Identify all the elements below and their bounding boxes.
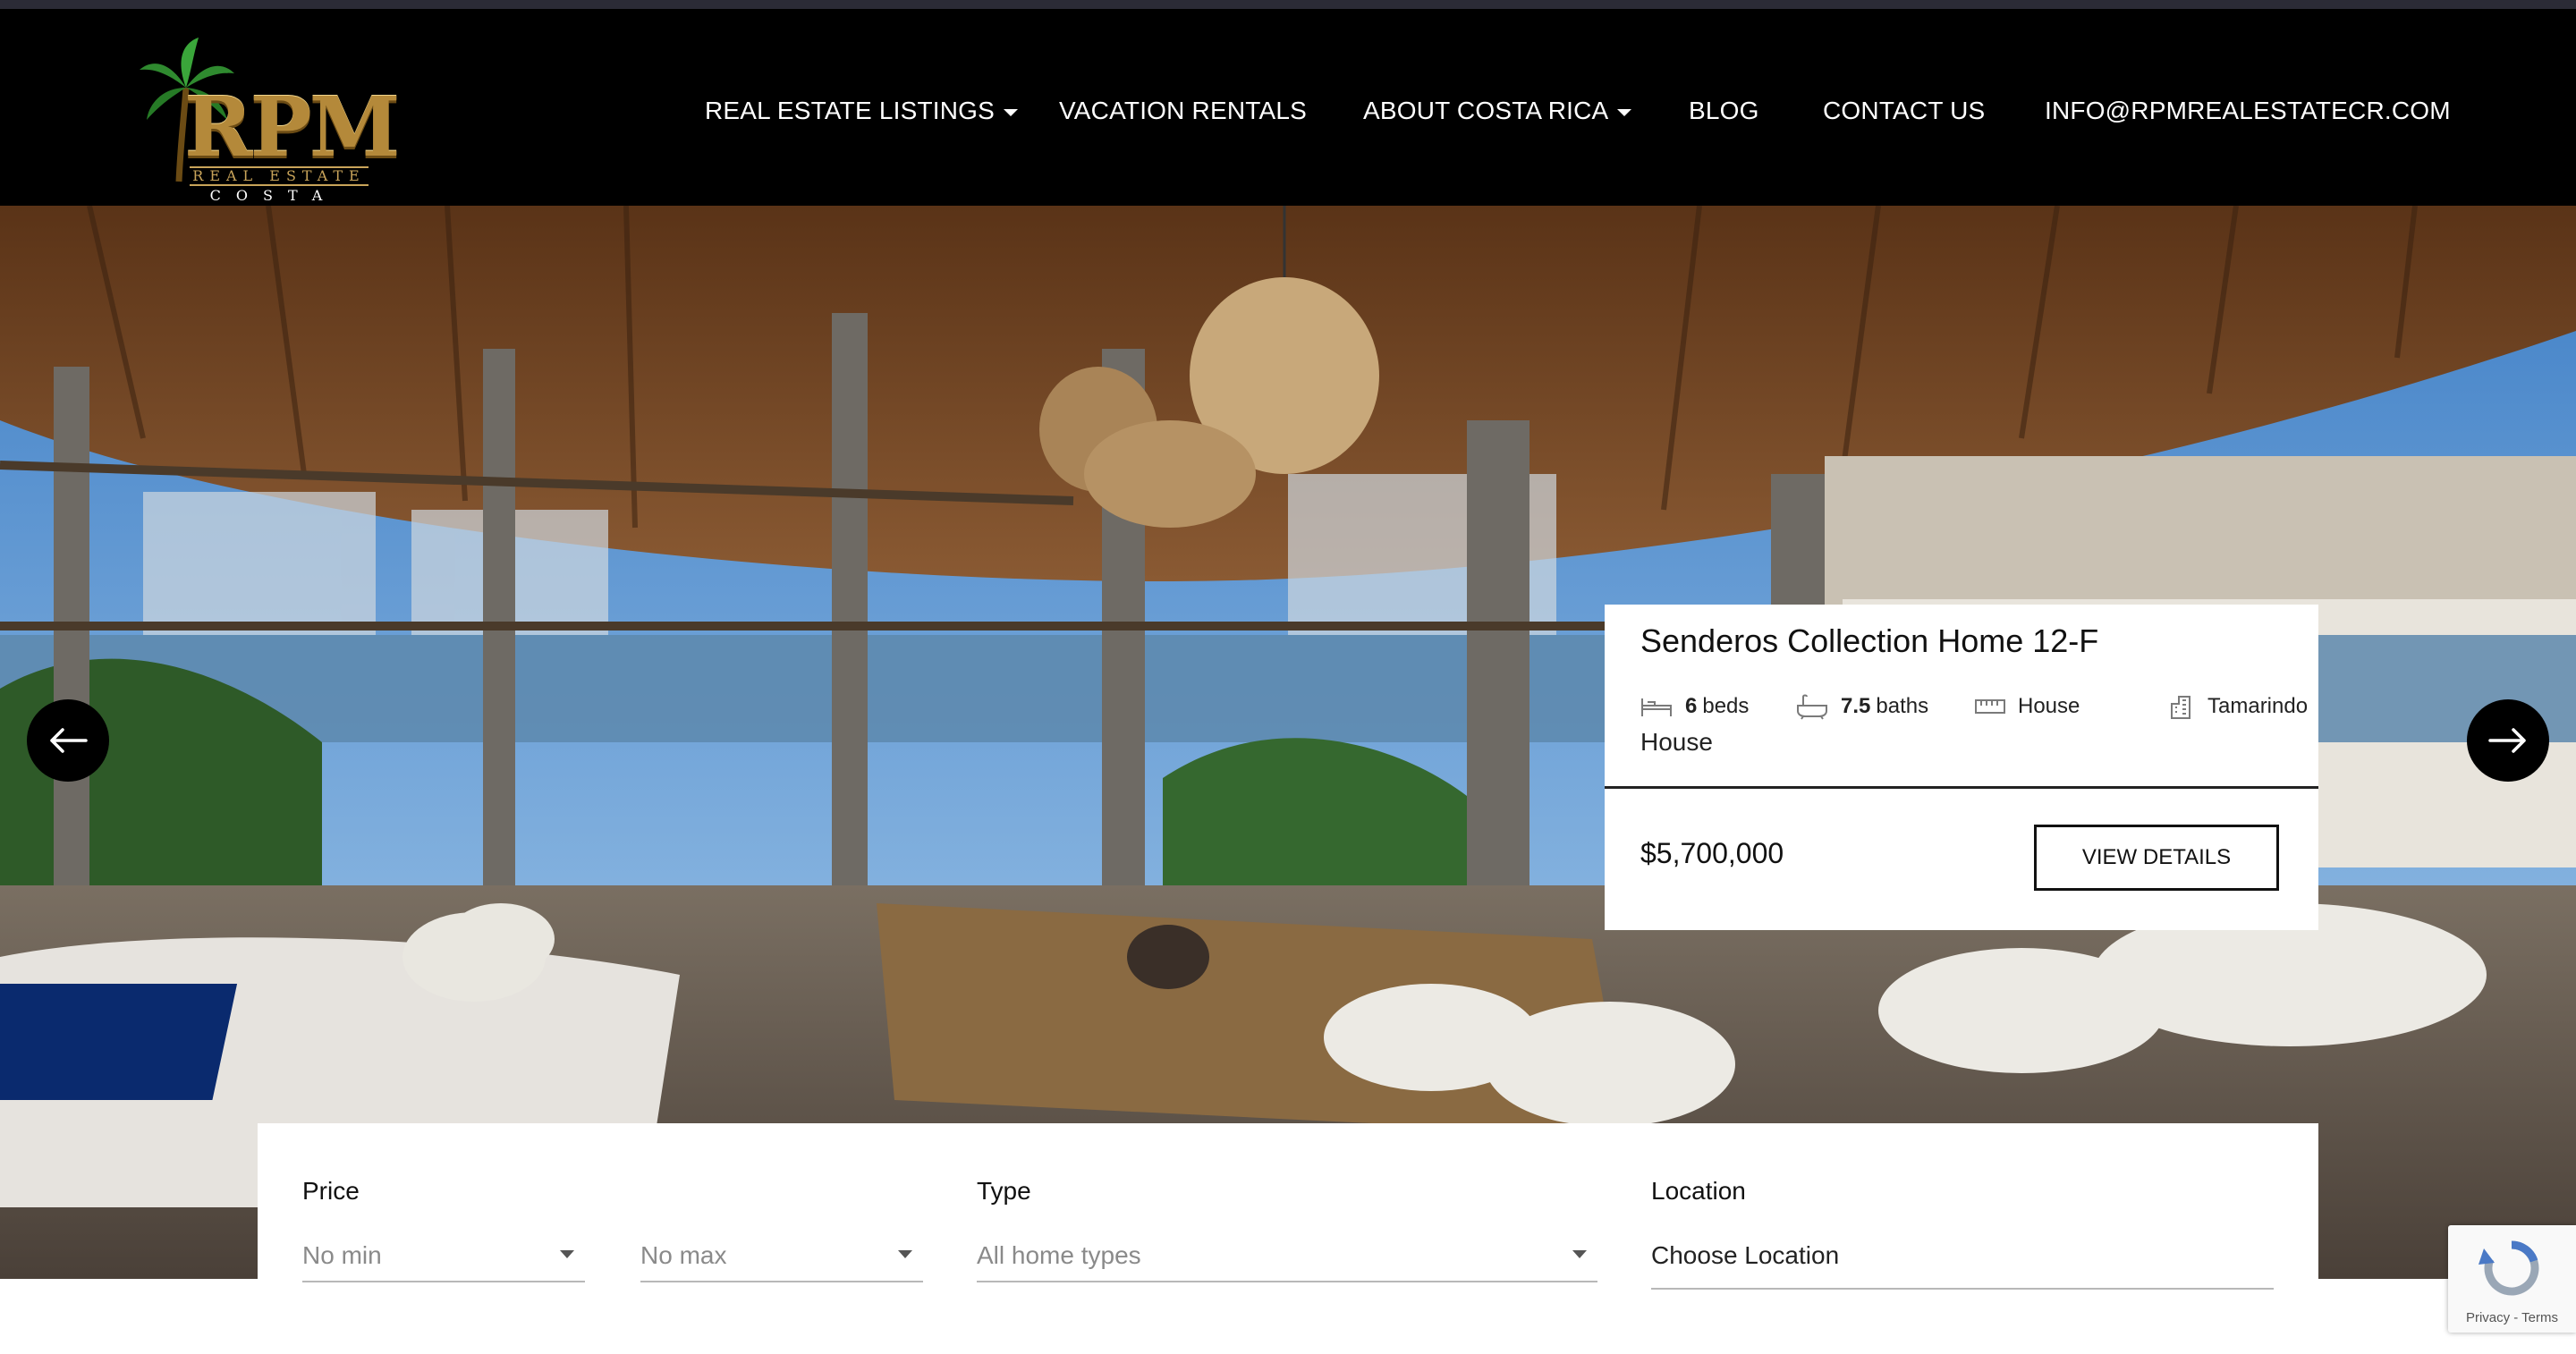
nav-label: REAL ESTATE LISTINGS [705, 97, 996, 124]
ruler-icon [1975, 699, 2005, 714]
nav-label: BLOG [1689, 97, 1759, 124]
location-name: Tamarindo [2207, 694, 2309, 718]
brand-logo[interactable]: RPM REAL ESTATE COSTA RICA [134, 34, 400, 220]
listing-card: Senderos Collection Home 12-F 6 beds 7.5… [1605, 605, 2318, 930]
brand-name: RPM [184, 79, 400, 175]
beds-count: 6 [1685, 694, 1698, 718]
browser-top-strip [0, 0, 2576, 9]
brand-tagline: REAL ESTATE [190, 166, 369, 186]
baths-count: 7.5 [1841, 694, 1871, 718]
price-min-select[interactable]: No min [302, 1231, 585, 1282]
nav-label: ABOUT COSTA RICA [1363, 97, 1609, 124]
arrow-right-icon [2488, 728, 2526, 753]
price-label: Price [302, 1177, 360, 1205]
listing-price: $5,700,000 [1640, 837, 1784, 869]
nav-contact-us[interactable]: CONTACT US [1823, 93, 1985, 129]
nav-vacation-rentals[interactable]: VACATION RENTALS [1059, 93, 1307, 129]
recaptcha-badge[interactable]: Privacy - Terms [2448, 1225, 2576, 1333]
type-label: Type [977, 1177, 1031, 1205]
baths-unit: baths [1876, 694, 1929, 718]
nav-email-link[interactable]: INFO@RPMREALESTATECR.COM [2045, 93, 2451, 129]
search-panel: Price No min No max Type All home types … [258, 1123, 2318, 1354]
location-label: Location [1651, 1177, 1746, 1205]
chevron-down-icon [1572, 1250, 1587, 1258]
home-type-placeholder: All home types [977, 1241, 1141, 1269]
nav-blog[interactable]: BLOG [1689, 93, 1759, 129]
baths-feature: 7.5 baths [1796, 689, 1928, 724]
beds-feature: 6 beds [1640, 689, 1749, 724]
nav-label: VACATION RENTALS [1059, 97, 1308, 124]
bathtub-icon [1797, 694, 1827, 720]
bed-icon [1641, 698, 1672, 716]
building-icon [2171, 696, 2190, 719]
property-type: House [2018, 694, 2080, 718]
carousel-prev-button[interactable] [27, 699, 109, 782]
nav-about-costa-rica[interactable]: ABOUT COSTA RICA [1363, 93, 1632, 129]
caret-down-icon [1617, 108, 1632, 116]
view-details-button[interactable]: VIEW DETAILS [2034, 825, 2279, 891]
recaptcha-icon [2479, 1240, 2539, 1296]
chevron-down-icon [560, 1250, 574, 1258]
site-header: RPM REAL ESTATE COSTA RICA REAL ESTATE L… [0, 9, 2576, 220]
listing-type: House [1640, 728, 1713, 756]
price-max-select[interactable]: No max [640, 1231, 923, 1282]
listing-features: 6 beds 7.5 baths House Tamarindo [1640, 689, 2308, 724]
price-max-placeholder: No max [640, 1241, 727, 1269]
price-min-placeholder: No min [302, 1241, 382, 1269]
caret-down-icon [1004, 108, 1019, 116]
beds-unit: beds [1702, 694, 1750, 718]
card-divider [1605, 786, 2318, 789]
location-input[interactable]: Choose Location [1651, 1231, 2274, 1290]
location-feature: Tamarindo [2168, 689, 2308, 724]
nav-label: CONTACT US [1823, 97, 1986, 124]
chevron-down-icon [898, 1250, 912, 1258]
property-type-feature: House [1975, 689, 2080, 724]
recaptcha-links[interactable]: Privacy - Terms [2448, 1310, 2576, 1325]
carousel-next-button[interactable] [2467, 699, 2549, 782]
nav-real-estate-listings[interactable]: REAL ESTATE LISTINGS [705, 93, 1019, 129]
location-value: Choose Location [1651, 1241, 1840, 1269]
nav-label: INFO@RPMREALESTATECR.COM [2045, 97, 2451, 124]
listing-title[interactable]: Senderos Collection Home 12-F [1640, 622, 2098, 660]
arrow-left-icon [50, 728, 88, 753]
home-type-select[interactable]: All home types [977, 1231, 1597, 1282]
